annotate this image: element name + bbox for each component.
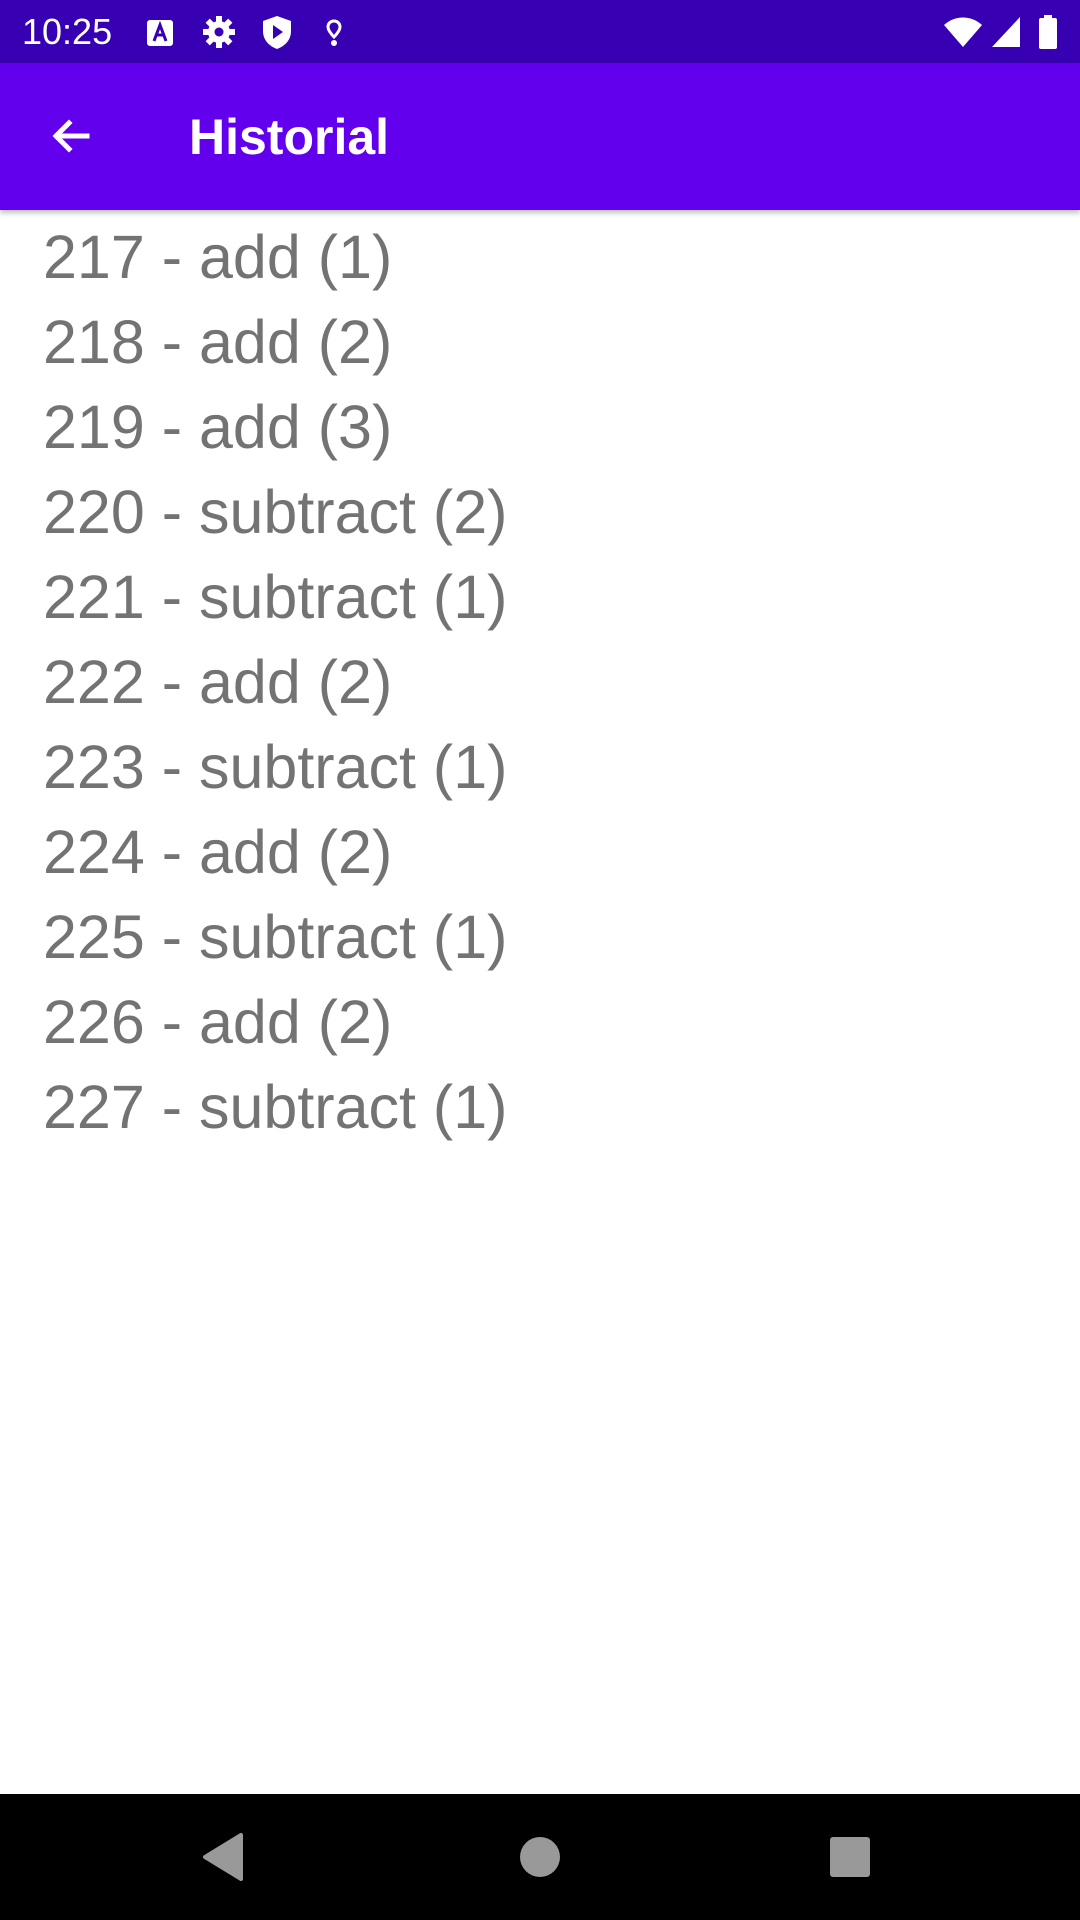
- nav-recents-button[interactable]: [810, 1817, 890, 1897]
- history-item: 227 - subtract (1): [43, 1073, 508, 1141]
- back-triangle-icon: [203, 1833, 243, 1881]
- location-pin-icon: [326, 19, 342, 46]
- nav-home-button[interactable]: [500, 1817, 580, 1897]
- navigation-bar: [0, 1794, 1080, 1920]
- history-item: 224 - add (2): [43, 818, 393, 886]
- cell-signal-icon: [992, 17, 1020, 47]
- arrow-left-icon: [52, 119, 90, 153]
- history-item: 220 - subtract (2): [43, 478, 508, 546]
- history-item: 226 - add (2): [43, 988, 393, 1056]
- history-item: 221 - subtract (1): [43, 563, 508, 631]
- keyboard-a-icon: [147, 20, 173, 46]
- history-item: 222 - add (2): [43, 648, 393, 716]
- status-time: 10:25: [22, 11, 113, 52]
- battery-icon: [1039, 15, 1057, 49]
- history-list: 217 - add (1) 218 - add (2) 219 - add (3…: [0, 215, 1080, 1150]
- gear-icon: [203, 16, 235, 48]
- history-item: 217 - add (1): [43, 223, 393, 291]
- recents-square-icon: [830, 1837, 870, 1877]
- history-item: 223 - subtract (1): [43, 733, 508, 801]
- history-item: 225 - subtract (1): [43, 903, 508, 971]
- history-item: 218 - add (2): [43, 308, 393, 376]
- back-button[interactable]: [26, 91, 116, 181]
- nav-back-button[interactable]: [185, 1817, 265, 1897]
- shield-play-icon: [263, 16, 291, 49]
- home-circle-icon: [520, 1837, 560, 1877]
- page-title: Historial: [189, 109, 390, 165]
- status-bar: 10:25: [0, 0, 1080, 63]
- app-bar: Historial: [0, 63, 1080, 210]
- history-item: 219 - add (3): [43, 393, 393, 461]
- wifi-icon: [944, 17, 982, 47]
